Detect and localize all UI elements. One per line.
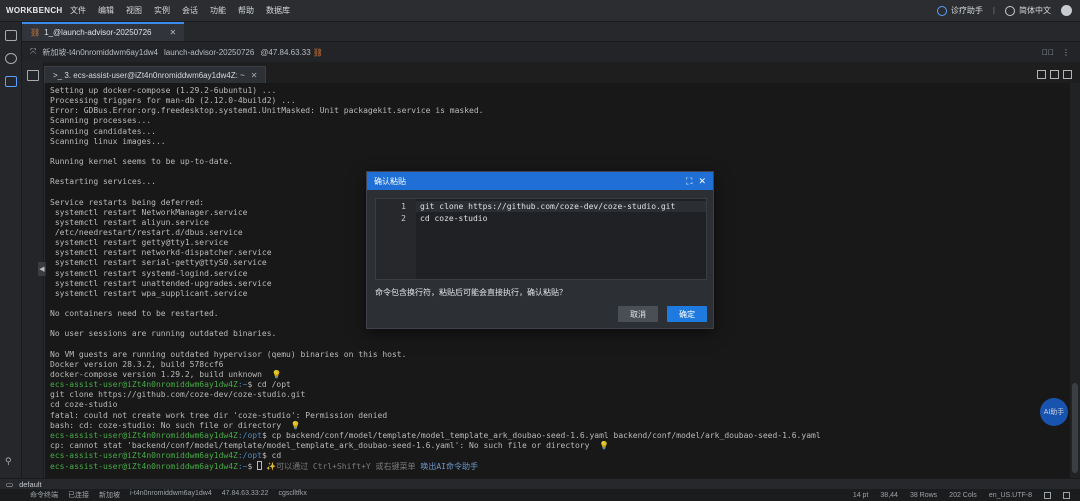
terminal-tab-label: >_ 3. ecs-assist-user@iZt4n0nromiddwm6ay… bbox=[53, 70, 245, 80]
expand-icon[interactable]: ⤧ bbox=[30, 47, 36, 57]
dialog-message: 命令包含换行符，粘贴后可能会直接执行，确认粘贴？ bbox=[375, 288, 567, 297]
confirm-button[interactable]: 确定 bbox=[667, 306, 707, 322]
code-line: git clone https://github.com/coze-dev/co… bbox=[420, 202, 676, 211]
status-connection: 已连接 bbox=[68, 492, 89, 499]
split-horizontal-icon[interactable] bbox=[1050, 70, 1059, 79]
sidebar-toggle-icon[interactable]: ▮⃞ bbox=[1042, 48, 1054, 57]
menu-help[interactable]: 帮助 bbox=[232, 5, 260, 16]
language-label: 简体中文 bbox=[1019, 6, 1051, 15]
session-tab[interactable]: ⛓ 1_@launch-advisor-20250726 ✕ bbox=[22, 22, 185, 41]
status-bar: 命令终端 已连接 新加坡 i-t4n0nromiddwm6ay1dw4 47.8… bbox=[0, 489, 1080, 501]
history-icon[interactable] bbox=[5, 53, 17, 64]
status-font-size[interactable]: 14 pt bbox=[853, 492, 869, 499]
code-line: cd coze-studio bbox=[420, 214, 488, 223]
status-right: 14 pt 38,44 38 Rows 202 Cols en_US.UTF-8 bbox=[853, 491, 1080, 499]
session-tab-label: 1_@launch-advisor-20250726 bbox=[44, 28, 152, 37]
status-instance-id: i-t4n0nromiddwm6ay1dw4 bbox=[130, 490, 212, 497]
status-rows: 38 Rows bbox=[909, 491, 938, 499]
close-terminal-tab-icon[interactable]: ✕ bbox=[251, 71, 258, 80]
user-avatar-icon[interactable] bbox=[1061, 5, 1072, 16]
terminal-tab-bar: >_ 3. ecs-assist-user@iZt4n0nromiddwm6ay… bbox=[44, 66, 1080, 83]
language-button[interactable]: 简体中文 bbox=[1005, 5, 1051, 16]
line-number: 1 bbox=[401, 202, 406, 211]
menubar-right: 诊疗助手 | 简体中文 bbox=[936, 5, 1080, 16]
menu-database[interactable]: 数据库 bbox=[260, 5, 296, 16]
instance-ip: @47.84.63.33 bbox=[260, 47, 311, 57]
terminal-tab[interactable]: >_ 3. ecs-assist-user@iZt4n0nromiddwm6ay… bbox=[44, 66, 267, 83]
settings-icon[interactable] bbox=[1063, 491, 1070, 499]
link-icon: ⛓ bbox=[30, 28, 41, 37]
assistant-label: 诊疗助手 bbox=[950, 6, 983, 15]
menu-edit[interactable]: 编辑 bbox=[92, 5, 120, 16]
line-gutter bbox=[376, 199, 416, 279]
split-add-icon[interactable] bbox=[1037, 70, 1046, 79]
menu-file[interactable]: 文件 bbox=[64, 5, 92, 16]
split-vertical-icon[interactable] bbox=[1063, 70, 1072, 79]
globe-icon bbox=[1005, 5, 1015, 16]
panel-tab-strip: ▭ default bbox=[0, 478, 1080, 489]
menu-features[interactable]: 功能 bbox=[204, 5, 232, 16]
dialog-close-icon[interactable]: ✕ bbox=[698, 176, 706, 187]
session-tab-bar: ⛓ 1_@launch-advisor-20250726 ✕ bbox=[22, 22, 1080, 42]
scrollbar-thumb[interactable] bbox=[1072, 383, 1078, 473]
app-brand: WORKBENCH bbox=[6, 6, 63, 15]
confirm-paste-dialog: 确认粘贴 ⛶ ✕ 1 git clone https://github.com/… bbox=[366, 171, 714, 329]
session-bar-actions: ▮⃞ ⋮ bbox=[1042, 48, 1080, 57]
instance-region: 新加坡-t4n0nromiddwm6ay1dw4 bbox=[42, 47, 159, 57]
dialog-controls: ⛶ ✕ bbox=[686, 176, 706, 187]
terminal-panel-icon[interactable]: ▭ bbox=[6, 480, 13, 489]
status-user: cgsclltfkx bbox=[278, 490, 307, 497]
folder-icon[interactable] bbox=[5, 30, 17, 41]
keyboard-icon[interactable] bbox=[1044, 491, 1051, 499]
maximize-icon[interactable]: ⛶ bbox=[686, 176, 692, 187]
terminal-icon[interactable] bbox=[27, 70, 39, 81]
dialog-title: 确认粘贴 bbox=[374, 176, 406, 186]
terminal-tab-actions bbox=[1037, 66, 1080, 83]
assistant-icon bbox=[936, 5, 947, 16]
main-menu: 文件 编辑 视图 实例 会话 功能 帮助 数据库 bbox=[64, 5, 296, 16]
sessions-icon[interactable] bbox=[5, 76, 17, 87]
status-encoding[interactable]: en_US.UTF-8 bbox=[989, 492, 1032, 499]
status-address: 47.84.63.33:22 bbox=[221, 490, 269, 497]
status-mode: 命令终端 bbox=[30, 492, 58, 499]
session-info-bar: ⤧ 新加坡-t4n0nromiddwm6ay1dw4 launch-adviso… bbox=[22, 42, 1080, 62]
menu-instance[interactable]: 实例 bbox=[148, 5, 176, 16]
status-cursor-position: 38,44 bbox=[880, 491, 898, 499]
paste-preview-editor[interactable]: 1 git clone https://github.com/coze-dev/… bbox=[375, 198, 707, 280]
instance-name: launch-advisor-20250726 bbox=[164, 47, 255, 57]
link-status-icon: ⛓ bbox=[312, 47, 323, 57]
dialog-header: 确认粘贴 ⛶ ✕ bbox=[367, 172, 713, 190]
status-cols: 202 Cols bbox=[949, 491, 977, 499]
assistant-button[interactable]: 诊疗助手 bbox=[936, 5, 983, 16]
more-icon[interactable]: ⋮ bbox=[1062, 48, 1070, 57]
cancel-button[interactable]: 取消 bbox=[618, 306, 658, 322]
line-number: 2 bbox=[401, 214, 406, 223]
menu-view[interactable]: 视图 bbox=[120, 5, 148, 16]
status-left: 命令终端 已连接 新加坡 i-t4n0nromiddwm6ay1dw4 47.8… bbox=[0, 490, 307, 500]
terminal-scrollbar[interactable] bbox=[1070, 83, 1080, 488]
pin-icon[interactable]: ⚲ bbox=[5, 456, 17, 467]
status-region: 新加坡 bbox=[99, 492, 120, 499]
activity-bar: ⚲ bbox=[0, 22, 22, 488]
workbench-window: WORKBENCH 文件 编辑 视图 实例 会话 功能 帮助 数据库 诊疗助手 … bbox=[0, 0, 1080, 501]
menubar: WORKBENCH 文件 编辑 视图 实例 会话 功能 帮助 数据库 诊疗助手 … bbox=[0, 0, 1080, 22]
menubar-divider: | bbox=[992, 6, 995, 15]
default-panel-tab[interactable]: default bbox=[19, 480, 42, 489]
close-tab-icon[interactable]: ✕ bbox=[169, 28, 176, 37]
menu-session[interactable]: 会话 bbox=[176, 5, 204, 16]
